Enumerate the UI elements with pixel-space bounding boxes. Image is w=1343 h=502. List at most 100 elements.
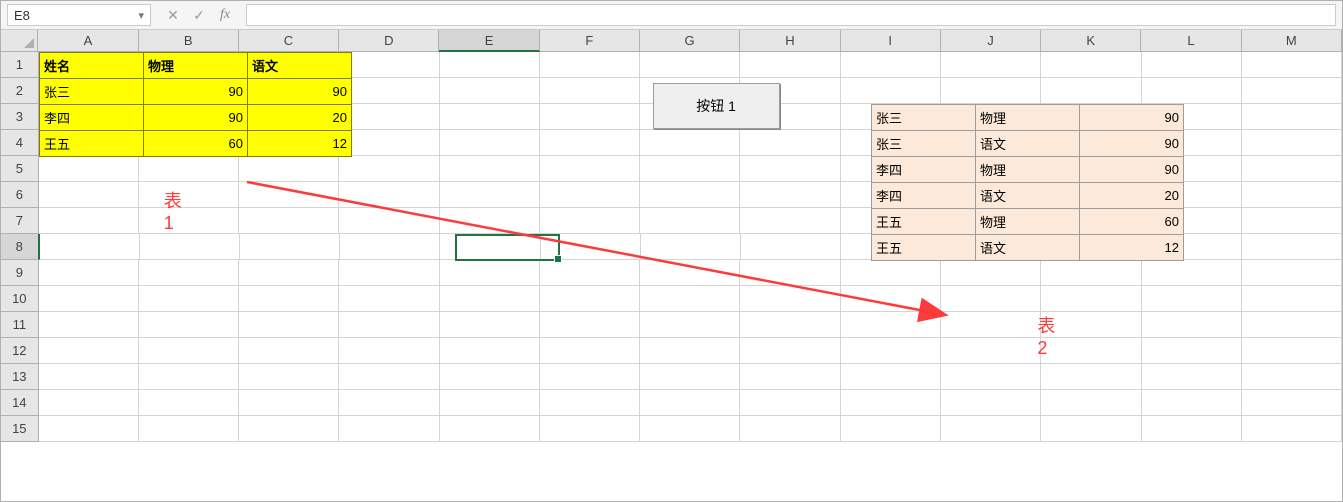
macro-button-1[interactable]: 按钮 1 — [653, 83, 780, 129]
cell-B7[interactable] — [139, 208, 239, 234]
cell-E11[interactable] — [440, 312, 540, 338]
row-header-9[interactable]: 9 — [1, 260, 39, 286]
cell-G14[interactable] — [640, 390, 740, 416]
cell-D3[interactable] — [339, 104, 439, 130]
cell-G12[interactable] — [640, 338, 740, 364]
cell-D4[interactable] — [339, 130, 439, 156]
cell-F14[interactable] — [540, 390, 640, 416]
formula-input[interactable] — [246, 4, 1336, 26]
cell-L11[interactable] — [1142, 312, 1242, 338]
cell-D12[interactable] — [339, 338, 439, 364]
cell-K15[interactable] — [1041, 416, 1141, 442]
table2-score-4[interactable]: 60 — [1079, 208, 1184, 235]
cell-D10[interactable] — [339, 286, 439, 312]
cell-M13[interactable] — [1242, 364, 1342, 390]
fx-icon[interactable]: fx — [212, 4, 238, 26]
cell-E5[interactable] — [440, 156, 540, 182]
cell-G4[interactable] — [640, 130, 740, 156]
cell-E9[interactable] — [440, 260, 540, 286]
cell-A14[interactable] — [39, 390, 139, 416]
table1-physics-2[interactable]: 60 — [143, 130, 248, 157]
cell-M6[interactable] — [1242, 182, 1342, 208]
cell-B15[interactable] — [139, 416, 239, 442]
cell-L2[interactable] — [1142, 78, 1242, 104]
cell-E2[interactable] — [440, 78, 540, 104]
column-header-L[interactable]: L — [1141, 30, 1241, 52]
cell-I10[interactable] — [841, 286, 941, 312]
cell-M8[interactable] — [1242, 234, 1342, 260]
cell-K13[interactable] — [1041, 364, 1141, 390]
cell-H12[interactable] — [740, 338, 840, 364]
row-header-3[interactable]: 3 — [1, 104, 39, 130]
enter-icon[interactable]: ✓ — [186, 4, 212, 26]
row-header-12[interactable]: 12 — [1, 338, 39, 364]
chevron-down-icon[interactable]: ▾ — [138, 9, 144, 22]
cell-C5[interactable] — [239, 156, 339, 182]
table1-name-0[interactable]: 张三 — [39, 78, 144, 105]
row-header-10[interactable]: 10 — [1, 286, 39, 312]
table1-name-2[interactable]: 王五 — [39, 130, 144, 157]
cell-D15[interactable] — [339, 416, 439, 442]
cell-E13[interactable] — [440, 364, 540, 390]
cell-J2[interactable] — [941, 78, 1041, 104]
cell-H14[interactable] — [740, 390, 840, 416]
column-header-A[interactable]: A — [38, 30, 138, 52]
cancel-icon[interactable]: ✕ — [160, 4, 186, 26]
cell-J15[interactable] — [941, 416, 1041, 442]
cell-M9[interactable] — [1242, 260, 1342, 286]
cell-J12[interactable] — [941, 338, 1041, 364]
column-header-G[interactable]: G — [640, 30, 740, 52]
table1-name-1[interactable]: 李四 — [39, 104, 144, 131]
table2-name-5[interactable]: 王五 — [871, 234, 976, 261]
cell-G5[interactable] — [640, 156, 740, 182]
column-header-D[interactable]: D — [339, 30, 439, 52]
row-header-15[interactable]: 15 — [1, 416, 39, 442]
cell-J13[interactable] — [941, 364, 1041, 390]
cell-D11[interactable] — [339, 312, 439, 338]
cell-C9[interactable] — [239, 260, 339, 286]
row-header-2[interactable]: 2 — [1, 78, 39, 104]
cell-M4[interactable] — [1242, 130, 1342, 156]
cell-F10[interactable] — [540, 286, 640, 312]
table2-name-0[interactable]: 张三 — [871, 104, 976, 131]
table2-subject-0[interactable]: 物理 — [975, 104, 1080, 131]
table1-header-2[interactable]: 语文 — [247, 52, 352, 79]
cell-G7[interactable] — [640, 208, 740, 234]
cell-H11[interactable] — [740, 312, 840, 338]
row-header-13[interactable]: 13 — [1, 364, 39, 390]
cell-H7[interactable] — [740, 208, 840, 234]
table2-subject-2[interactable]: 物理 — [975, 156, 1080, 183]
cell-H9[interactable] — [740, 260, 840, 286]
table1-chinese-0[interactable]: 90 — [247, 78, 352, 105]
cell-D9[interactable] — [339, 260, 439, 286]
column-header-F[interactable]: F — [540, 30, 640, 52]
cell-E12[interactable] — [440, 338, 540, 364]
cell-I9[interactable] — [841, 260, 941, 286]
cell-H13[interactable] — [740, 364, 840, 390]
cell-E1[interactable] — [440, 52, 540, 78]
cell-C10[interactable] — [239, 286, 339, 312]
cell-M11[interactable] — [1242, 312, 1342, 338]
cell-J11[interactable] — [941, 312, 1041, 338]
cell-D1[interactable] — [339, 52, 439, 78]
column-header-K[interactable]: K — [1041, 30, 1141, 52]
cell-A12[interactable] — [39, 338, 139, 364]
cell-B10[interactable] — [139, 286, 239, 312]
cell-H15[interactable] — [740, 416, 840, 442]
cell-G13[interactable] — [640, 364, 740, 390]
cell-D8[interactable] — [340, 234, 440, 260]
column-header-I[interactable]: I — [841, 30, 941, 52]
column-header-E[interactable]: E — [439, 30, 539, 52]
cell-A11[interactable] — [39, 312, 139, 338]
cell-J1[interactable] — [941, 52, 1041, 78]
table2-name-2[interactable]: 李四 — [871, 156, 976, 183]
cell-K14[interactable] — [1041, 390, 1141, 416]
cell-M12[interactable] — [1242, 338, 1342, 364]
cell-G9[interactable] — [640, 260, 740, 286]
cell-G15[interactable] — [640, 416, 740, 442]
table1-header-1[interactable]: 物理 — [143, 52, 248, 79]
table2-subject-1[interactable]: 语文 — [975, 130, 1080, 157]
cell-L14[interactable] — [1142, 390, 1242, 416]
cell-K11[interactable] — [1041, 312, 1141, 338]
cell-M5[interactable] — [1242, 156, 1342, 182]
